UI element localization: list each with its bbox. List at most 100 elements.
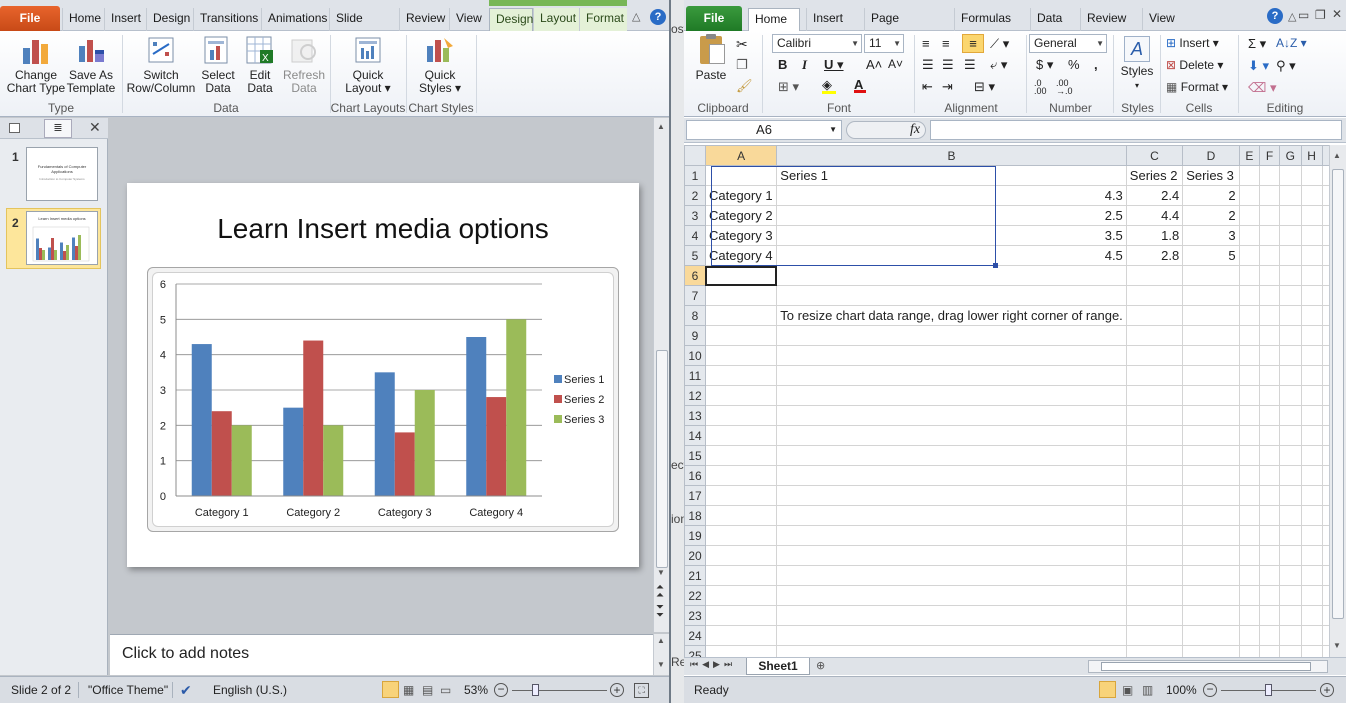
reading-view-icon[interactable]: ▤: [422, 677, 433, 703]
cell-h19[interactable]: [1300, 525, 1323, 546]
zoom-slider-thumb[interactable]: [532, 684, 539, 696]
cell-g22[interactable]: [1278, 585, 1302, 606]
help-icon[interactable]: ?: [1267, 8, 1283, 24]
cell-e17[interactable]: [1238, 485, 1261, 506]
cell-g12[interactable]: [1278, 385, 1302, 406]
cell-h18[interactable]: [1300, 505, 1323, 526]
align-left-icon[interactable]: ☰: [922, 57, 934, 73]
row-header[interactable]: 22: [684, 585, 706, 606]
cell-f21[interactable]: [1259, 565, 1280, 586]
cell-f2[interactable]: [1259, 185, 1280, 206]
cell-a19[interactable]: [704, 525, 778, 546]
row-header[interactable]: 3: [684, 205, 706, 226]
bar-series-2-category-2[interactable]: [303, 340, 324, 496]
cell-g7[interactable]: [1278, 285, 1302, 306]
cell-e6[interactable]: [1238, 265, 1261, 286]
column-header-b[interactable]: B: [776, 145, 1127, 166]
cell-d1[interactable]: Series 3: [1182, 165, 1240, 186]
bar-series-1-category-4[interactable]: [466, 337, 487, 496]
cell-a22[interactable]: [704, 585, 778, 606]
worksheet-grid[interactable]: ABCDEFGHI 1Series 1Series 2Series 32Cate…: [684, 145, 1339, 657]
cell-b21[interactable]: [776, 565, 1127, 586]
horizontal-scrollbar[interactable]: [1088, 660, 1328, 673]
sheet-tab[interactable]: Sheet1: [746, 658, 810, 675]
bar-series-1-category-1[interactable]: [191, 344, 212, 496]
ppt-tab-home[interactable]: Home: [62, 8, 102, 31]
cell-c5[interactable]: 2.8: [1125, 245, 1184, 266]
cell-h7[interactable]: [1300, 285, 1323, 306]
cell-a24[interactable]: [704, 625, 778, 646]
cell-g8[interactable]: [1278, 305, 1302, 326]
zoom-in-icon[interactable]: +: [610, 683, 624, 697]
select-data-button[interactable]: Select Data: [198, 34, 238, 95]
xl-tab-view[interactable]: View: [1142, 8, 1182, 31]
fit-slide-icon[interactable]: ⛶: [634, 683, 649, 698]
cell-f8[interactable]: [1259, 305, 1280, 326]
xl-tab-insert[interactable]: Insert: [806, 8, 856, 31]
cell-e11[interactable]: [1238, 365, 1261, 386]
font-color-icon[interactable]: A: [854, 77, 866, 93]
format-cells-button[interactable]: ▦ Format ▾: [1166, 80, 1228, 94]
column-header-f[interactable]: F: [1259, 145, 1280, 166]
clustered-column-chart[interactable]: 0 1 2 3 4 5 6 Category 1 Category 2 Category 3 Cat…: [148, 268, 620, 533]
cell-g1[interactable]: [1278, 165, 1302, 186]
cell-h25[interactable]: [1300, 645, 1323, 657]
normal-view-icon[interactable]: [1099, 681, 1116, 698]
cell-d19[interactable]: [1182, 525, 1240, 546]
cell-h13[interactable]: [1300, 405, 1323, 426]
cell-g20[interactable]: [1278, 545, 1302, 566]
cell-e2[interactable]: [1238, 185, 1261, 206]
change-chart-type-button[interactable]: Change Chart Type: [6, 34, 66, 95]
cell-e1[interactable]: [1238, 165, 1261, 186]
cell-g24[interactable]: [1278, 625, 1302, 646]
column-header-h[interactable]: H: [1300, 145, 1323, 166]
previous-slide-icon[interactable]: ⏶ ⏶: [656, 583, 664, 601]
cell-c19[interactable]: [1125, 525, 1184, 546]
align-center-icon[interactable]: ☰: [942, 57, 954, 73]
cell-b18[interactable]: [776, 505, 1127, 526]
cell-a2[interactable]: Category 1: [704, 185, 778, 206]
cell-f12[interactable]: [1259, 385, 1280, 406]
switch-row-column-button[interactable]: Switch Row/Column: [126, 34, 196, 95]
xl-vertical-scrollbar[interactable]: ▲ ▼: [1329, 145, 1346, 657]
slide-show-icon[interactable]: ▭: [440, 677, 451, 703]
cell-b1[interactable]: Series 1: [776, 165, 1127, 186]
cell-g10[interactable]: [1278, 345, 1302, 366]
cell-d6[interactable]: [1182, 265, 1240, 286]
notes-scrollbar[interactable]: ▲ ▼: [653, 634, 669, 675]
row-header[interactable]: 19: [684, 525, 706, 546]
cell-d14[interactable]: [1182, 425, 1240, 446]
cell-h14[interactable]: [1300, 425, 1323, 446]
cell-c4[interactable]: 1.8: [1125, 225, 1184, 246]
zoom-level[interactable]: 100%: [1166, 677, 1197, 703]
row-header[interactable]: 24: [684, 625, 706, 646]
font-size-combo[interactable]: 11 ▼: [864, 34, 904, 53]
cell-f11[interactable]: [1259, 365, 1280, 386]
cell-g16[interactable]: [1278, 465, 1302, 486]
row-header[interactable]: 18: [684, 505, 706, 526]
cell-a9[interactable]: [704, 325, 778, 346]
row-header[interactable]: 7: [684, 285, 706, 306]
bar-series-3-category-2[interactable]: [323, 425, 344, 496]
cell-a14[interactable]: [704, 425, 778, 446]
cell-d4[interactable]: 3: [1182, 225, 1240, 246]
wrap-text-icon[interactable]: ⤶ ▾: [990, 57, 1007, 73]
cell-f14[interactable]: [1259, 425, 1280, 446]
cell-g15[interactable]: [1278, 445, 1302, 466]
merge-center-icon[interactable]: ⊟ ▾: [974, 79, 995, 95]
cell-a21[interactable]: [704, 565, 778, 586]
slides-tab-icon[interactable]: [9, 123, 20, 133]
insert-cells-button[interactable]: ⊞ Insert ▾: [1166, 36, 1219, 50]
cell-c21[interactable]: [1125, 565, 1184, 586]
chart-frame[interactable]: 0 1 2 3 4 5 6 Category 1 Category 2 Category 3 Cat…: [147, 267, 619, 532]
cell-f6[interactable]: [1259, 265, 1280, 286]
cell-g3[interactable]: [1278, 205, 1302, 226]
format-painter-icon[interactable]: 🖌: [736, 78, 753, 94]
cell-f7[interactable]: [1259, 285, 1280, 306]
cell-e20[interactable]: [1238, 545, 1261, 566]
align-top-icon[interactable]: ≡: [922, 36, 930, 51]
scroll-thumb[interactable]: [1332, 169, 1344, 619]
number-format-combo[interactable]: General ▼: [1029, 34, 1107, 53]
cell-a13[interactable]: [704, 405, 778, 426]
sheet-navigation-icon[interactable]: ⏮◀▶⏭: [690, 659, 736, 670]
